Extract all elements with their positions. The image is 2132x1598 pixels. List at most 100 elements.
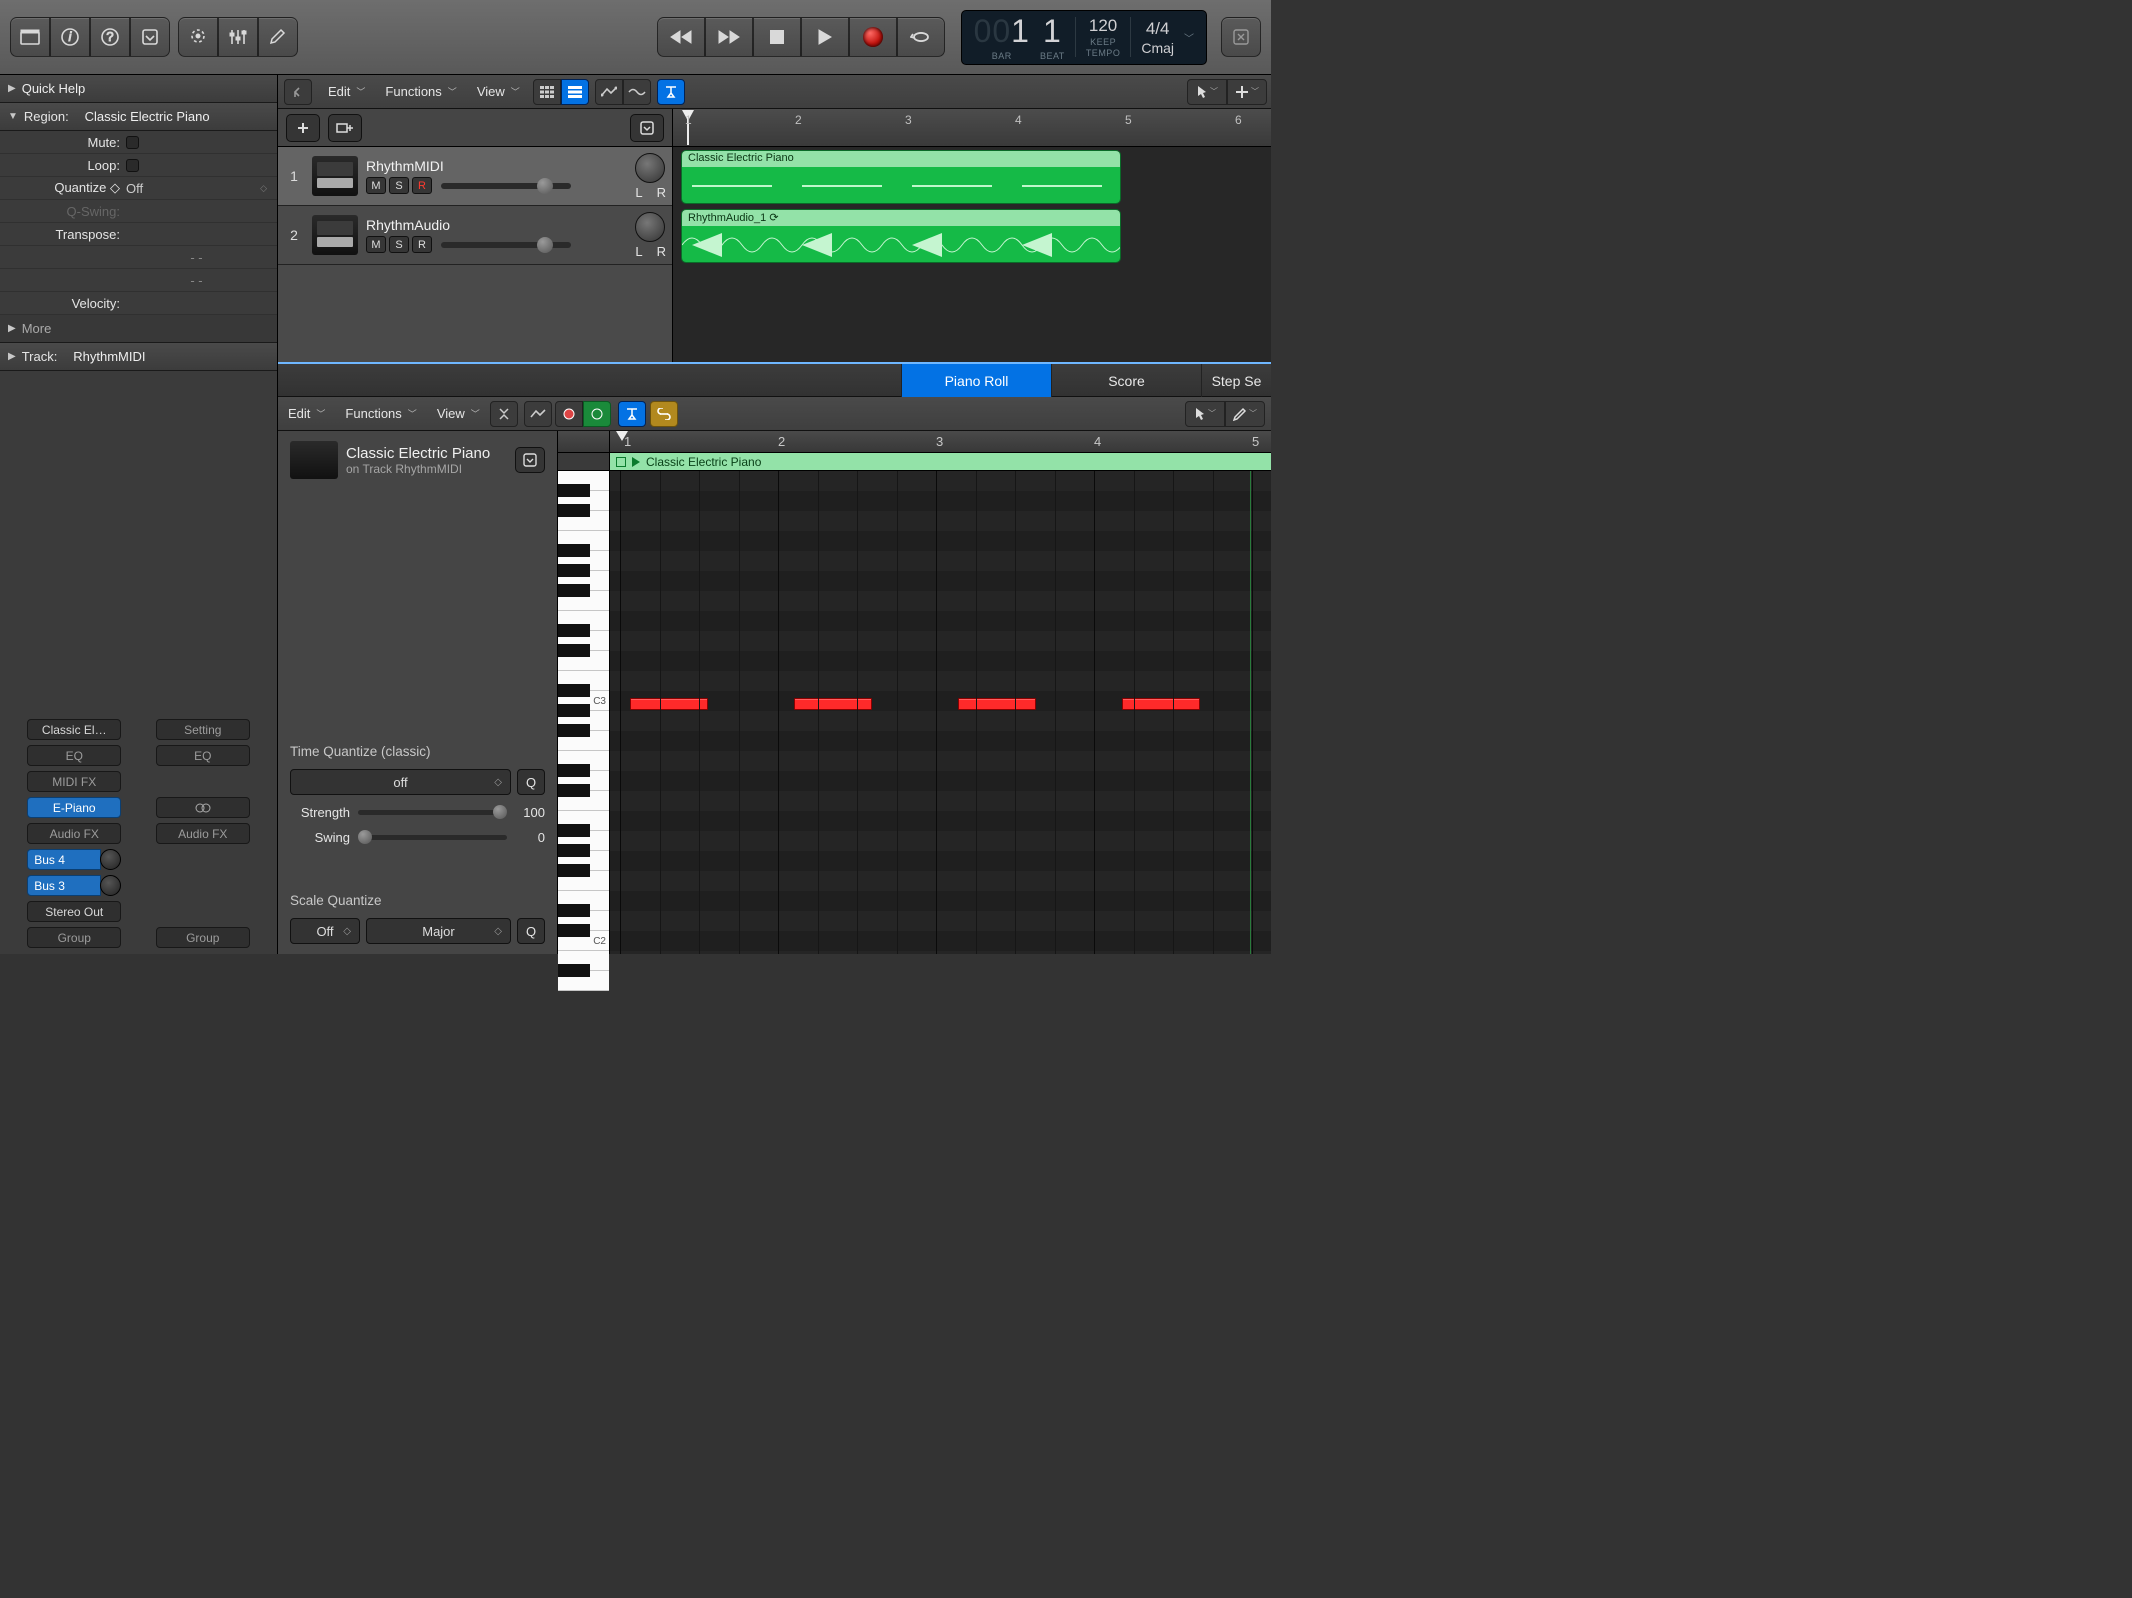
collapse-icon[interactable] bbox=[490, 401, 518, 427]
midifx-slot[interactable]: MIDI FX bbox=[27, 771, 121, 792]
param-velocity[interactable]: Velocity: bbox=[0, 292, 277, 315]
track-disclosure[interactable]: ▶Track: RhythmMIDI bbox=[0, 343, 277, 371]
audiofx-slot-2[interactable]: Audio FX bbox=[156, 823, 250, 844]
scale-type-select[interactable]: Major bbox=[366, 918, 511, 944]
solo-button[interactable]: S bbox=[389, 236, 409, 253]
piano-keyboard[interactable]: C3C2 bbox=[558, 471, 610, 954]
record-enable-button[interactable]: R bbox=[412, 236, 432, 253]
stereo-slot[interactable] bbox=[156, 797, 250, 818]
toolbar-button[interactable] bbox=[130, 17, 170, 57]
automation-icon[interactable] bbox=[524, 401, 552, 427]
functions-menu[interactable]: Functions﹀ bbox=[375, 79, 466, 105]
strength-slider[interactable] bbox=[358, 810, 507, 815]
eq-slot[interactable]: EQ bbox=[27, 745, 121, 766]
global-tracks-button[interactable] bbox=[630, 114, 664, 142]
back-button[interactable] bbox=[284, 79, 312, 105]
pr-functions-menu[interactable]: Functions﹀ bbox=[335, 401, 426, 427]
pan-knob[interactable] bbox=[635, 212, 665, 242]
time-quantize-select[interactable]: off bbox=[290, 769, 511, 795]
lcd-chevron-icon[interactable]: ﹀ bbox=[1184, 30, 1194, 45]
region-menu-button[interactable] bbox=[515, 447, 545, 473]
grid-view-icon[interactable] bbox=[533, 79, 561, 105]
swing-slider[interactable] bbox=[358, 835, 507, 840]
group-slot[interactable]: Group bbox=[27, 927, 121, 948]
region-lanes[interactable]: Classic Electric Piano RhythmAudio_1 ⟳ bbox=[673, 147, 1271, 362]
inspector-button[interactable]: i bbox=[50, 17, 90, 57]
lcd-display[interactable]: 001BAR 1BEAT 120KEEPTEMPO 4/4Cmaj ﹀ bbox=[961, 10, 1207, 65]
audio-region[interactable]: RhythmAudio_1 ⟳ bbox=[681, 209, 1121, 263]
plugin-slot[interactable]: E-Piano bbox=[27, 797, 121, 818]
stop-button[interactable] bbox=[753, 17, 801, 57]
region-disclosure[interactable]: ▼Region: Classic Electric Piano bbox=[0, 103, 277, 131]
mixer-button[interactable] bbox=[218, 17, 258, 57]
forward-button[interactable] bbox=[705, 17, 753, 57]
midi-in-icon[interactable] bbox=[555, 401, 583, 427]
track-row-2[interactable]: 2 RhythmAudio M S R LR bbox=[278, 206, 672, 265]
duplicate-track-button[interactable] bbox=[328, 114, 362, 142]
tab-step-sequencer[interactable]: Step Se bbox=[1201, 364, 1271, 397]
play-button[interactable] bbox=[801, 17, 849, 57]
send-bus-3[interactable]: Bus 3 bbox=[27, 875, 121, 896]
midi-note[interactable] bbox=[630, 698, 708, 710]
eq-slot-2[interactable]: EQ bbox=[156, 745, 250, 766]
add-track-button[interactable] bbox=[286, 114, 320, 142]
loop-checkbox[interactable] bbox=[126, 159, 139, 172]
automation-icon[interactable] bbox=[595, 79, 623, 105]
mute-button[interactable]: M bbox=[366, 177, 386, 194]
param-mute[interactable]: Mute: bbox=[0, 131, 277, 154]
mute-checkbox[interactable] bbox=[126, 136, 139, 149]
pr-view-menu[interactable]: View﹀ bbox=[427, 401, 490, 427]
arrange-ruler[interactable]: 1 2 3 4 5 6 bbox=[673, 109, 1271, 146]
note-grid[interactable] bbox=[610, 471, 1271, 954]
param-loop[interactable]: Loop: bbox=[0, 154, 277, 177]
pointer-tool[interactable]: ﹀ bbox=[1185, 401, 1225, 427]
pr-edit-menu[interactable]: Edit﹀ bbox=[278, 401, 335, 427]
param-quantize[interactable]: Quantize ◇Off◇ bbox=[0, 177, 277, 200]
audiofx-slot[interactable]: Audio FX bbox=[27, 823, 121, 844]
scale-quantize-button[interactable]: Q bbox=[517, 918, 545, 944]
send-bus-4[interactable]: Bus 4 bbox=[27, 849, 121, 870]
master-volume-button[interactable] bbox=[1221, 17, 1261, 57]
midi-region[interactable]: Classic Electric Piano bbox=[681, 150, 1121, 204]
quickhelp-button[interactable]: ? bbox=[90, 17, 130, 57]
pointer-tool[interactable]: ﹀ bbox=[1187, 79, 1227, 105]
edit-menu[interactable]: Edit﹀ bbox=[318, 79, 375, 105]
output-slot[interactable]: Stereo Out bbox=[27, 901, 121, 922]
smart-controls-button[interactable] bbox=[178, 17, 218, 57]
library-button[interactable] bbox=[10, 17, 50, 57]
pan-knob[interactable] bbox=[635, 153, 665, 183]
editors-button[interactable] bbox=[258, 17, 298, 57]
pencil-tool[interactable]: ﹀ bbox=[1227, 79, 1267, 105]
quickhelp-disclosure[interactable]: ▶Quick Help bbox=[0, 75, 277, 103]
mute-button[interactable]: M bbox=[366, 236, 386, 253]
param-transpose[interactable]: Transpose: bbox=[0, 223, 277, 246]
midi-note[interactable] bbox=[958, 698, 1036, 710]
tab-score[interactable]: Score bbox=[1051, 364, 1201, 397]
track-row-1[interactable]: 1 RhythmMIDI M S R LR bbox=[278, 147, 672, 206]
more-disclosure[interactable]: ▶More bbox=[0, 315, 277, 343]
scale-root-select[interactable]: Off bbox=[290, 918, 360, 944]
group-slot-2[interactable]: Group bbox=[156, 927, 250, 948]
record-button[interactable] bbox=[849, 17, 897, 57]
cycle-button[interactable] bbox=[897, 17, 945, 57]
pianoroll-ruler[interactable]: 1 2 3 4 5 bbox=[558, 431, 1271, 453]
send-knob-1[interactable] bbox=[100, 849, 121, 870]
tab-piano-roll[interactable]: Piano Roll bbox=[901, 364, 1051, 397]
pencil-tool[interactable]: ﹀ bbox=[1225, 401, 1265, 427]
volume-slider[interactable] bbox=[441, 183, 571, 189]
link-icon[interactable] bbox=[650, 401, 678, 427]
rewind-button[interactable] bbox=[657, 17, 705, 57]
send-knob-2[interactable] bbox=[100, 875, 121, 896]
setting-slot[interactable]: Setting bbox=[156, 719, 250, 740]
pianoroll-region-bar[interactable]: Classic Electric Piano bbox=[558, 453, 1271, 471]
midi-note[interactable] bbox=[794, 698, 872, 710]
record-enable-button[interactable]: R bbox=[412, 177, 432, 194]
quantize-button[interactable]: Q bbox=[517, 769, 545, 795]
solo-button[interactable]: S bbox=[389, 177, 409, 194]
list-view-icon[interactable] bbox=[561, 79, 589, 105]
catch-icon[interactable] bbox=[618, 401, 646, 427]
instrument-slot[interactable]: Classic El… bbox=[27, 719, 121, 740]
volume-slider[interactable] bbox=[441, 242, 571, 248]
midi-out-icon[interactable] bbox=[583, 401, 611, 427]
flex-icon[interactable] bbox=[623, 79, 651, 105]
